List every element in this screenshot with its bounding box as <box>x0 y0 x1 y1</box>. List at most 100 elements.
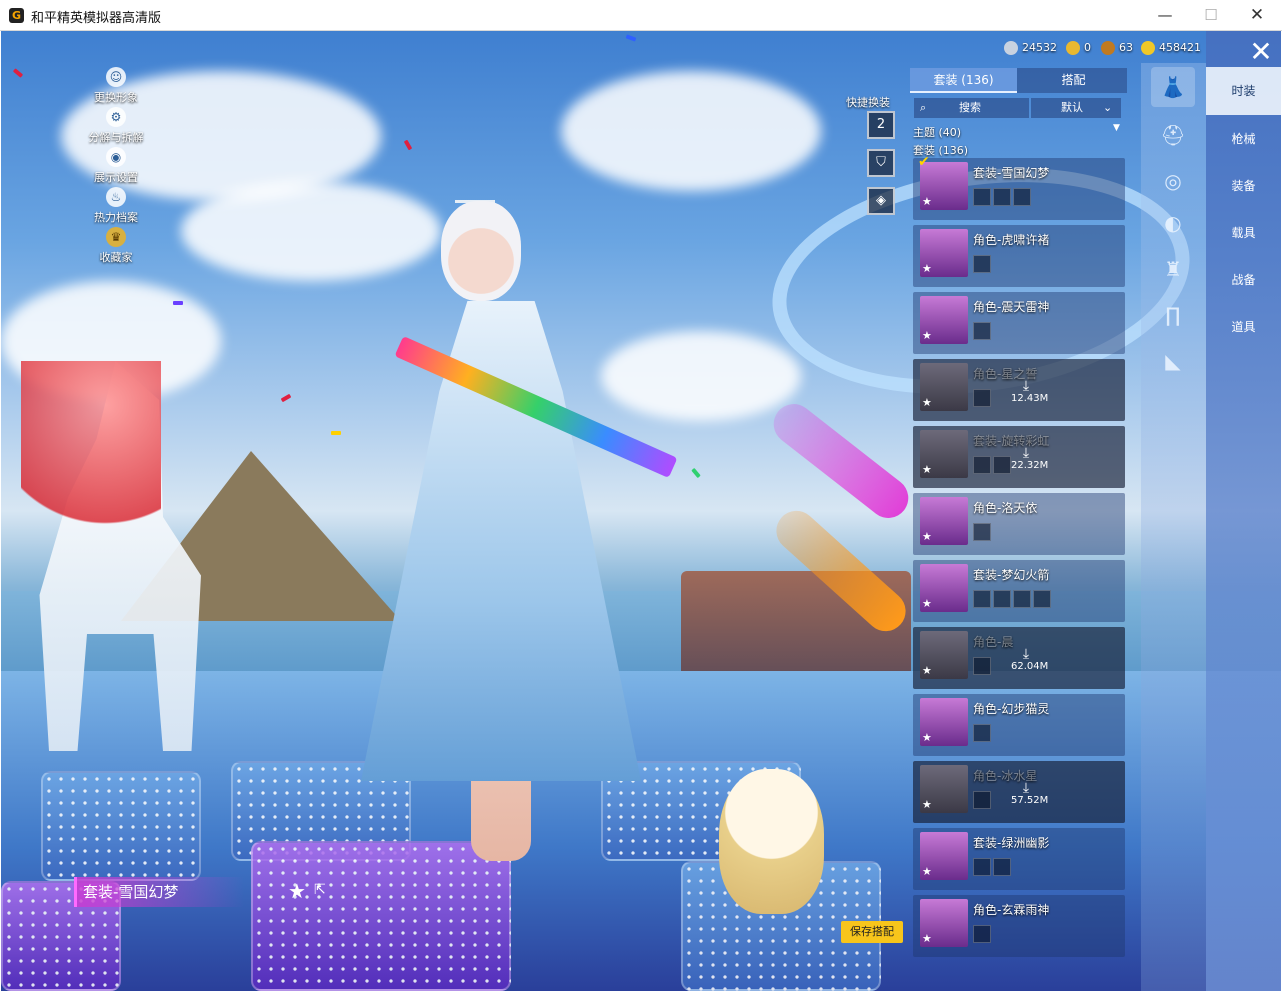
selected-check-icon: ✔ <box>918 154 930 170</box>
outfit-name: 角色-晨 <box>973 635 1014 649</box>
outfit-part-icon <box>973 858 991 876</box>
confetti <box>625 34 637 42</box>
star-icon: ★ <box>922 664 932 677</box>
outfit-list-item[interactable]: ★ 套装-绿洲幽影 <box>913 828 1125 890</box>
outfit-list-item[interactable]: ★ 角色-洛天依 <box>913 493 1125 555</box>
download-size: 22.32M <box>1011 460 1049 471</box>
left-menu-collector[interactable]: ♛ 收藏家 <box>56 227 176 267</box>
outfit-part-icon <box>993 456 1011 474</box>
outfit-name: 套装-绿洲幽影 <box>973 836 1050 850</box>
download-indicator[interactable]: ⤓ 22.32M <box>1011 446 1048 471</box>
outfit-part-icon <box>973 255 991 273</box>
sub-category-column: 👗 ⛑ ◎ ◐ ♜ ∏ ◣ <box>1141 63 1206 991</box>
flame-icon: ♨ <box>106 187 126 207</box>
currency-bronze: 63 <box>1101 41 1133 59</box>
outfit-list-item[interactable]: ★ 角色-震天雷神 <box>913 292 1125 354</box>
category-battle-prep[interactable]: 战备 <box>1206 256 1281 304</box>
left-menu-label: 收藏家 <box>99 251 133 264</box>
category-equipment[interactable]: 装备 <box>1206 162 1281 210</box>
window-title: 和平精英模拟器高清版 <box>31 11 162 26</box>
floor-tile <box>251 841 511 991</box>
crown-icon <box>455 181 495 203</box>
star-icon: ★ <box>922 932 932 945</box>
outfit-name: 套装-梦幻火箭 <box>973 568 1050 582</box>
download-size: 12.43M <box>1011 393 1049 404</box>
left-menu-label: 展示设置 <box>94 171 138 184</box>
group-theme[interactable]: 主题 (40) <box>913 124 961 140</box>
maximize-button[interactable]: ☐ <box>1188 3 1234 27</box>
mask-icon[interactable]: ◐ <box>1151 203 1195 243</box>
character-dress[interactable] <box>361 301 641 781</box>
download-indicator[interactable]: ⤓ 57.52M <box>1011 781 1048 806</box>
category-vehicles[interactable]: 载具 <box>1206 209 1281 257</box>
tab-match[interactable]: 搭配 <box>1020 68 1127 93</box>
star-icon: ★ <box>922 195 932 208</box>
star-icon: ★ <box>922 329 932 342</box>
outfit-list-item[interactable]: ★ 角色-玄霖雨神 <box>913 895 1125 957</box>
outfit-list-item[interactable]: ★ 套装-梦幻火箭 <box>913 560 1125 622</box>
sort-value: 默认 <box>1061 101 1083 114</box>
outfit-parts <box>973 389 993 409</box>
bronze-coin-icon <box>1101 41 1115 55</box>
quick-swap-shield-button[interactable]: ◈ <box>867 187 895 215</box>
close-window-button[interactable]: ✕ <box>1234 3 1280 27</box>
minimize-button[interactable]: — <box>1142 3 1188 27</box>
download-indicator[interactable]: ⤓ 12.43M <box>1011 378 1048 404</box>
gold-coin-icon <box>1141 41 1155 55</box>
outfit-list-item[interactable]: ★ 角色-晨 ⤓ 62.04M <box>913 627 1125 689</box>
quick-swap-outfit-button[interactable]: ⛉ <box>867 149 895 177</box>
confetti <box>12 68 24 78</box>
top-icon[interactable]: ♜ <box>1151 249 1195 289</box>
pants-icon[interactable]: ∏ <box>1151 295 1195 335</box>
share-icon[interactable]: ⇱ <box>314 882 326 898</box>
outfit-list-item[interactable]: ★ 角色-虎啸许褚 <box>913 225 1125 287</box>
character-head[interactable] <box>441 201 521 301</box>
currency-silver: 24532 <box>1004 41 1057 59</box>
outfit-name: 角色-幻步猫灵 <box>973 702 1050 716</box>
currency-value: 458421 <box>1159 41 1201 54</box>
left-menu-label: 更换形象 <box>94 91 138 104</box>
outfit-part-icon <box>973 389 991 407</box>
app-icon: G <box>9 8 24 23</box>
quick-swap-label: 快捷换装 <box>846 96 890 109</box>
left-menu-decompose[interactable]: ⚙ 分解与拆解 <box>56 107 176 147</box>
quick-swap-slot-button[interactable]: 2 <box>867 111 895 139</box>
caret-down-icon[interactable]: ▼ <box>1113 123 1120 133</box>
sort-dropdown[interactable]: 默认 ⌄ <box>1031 98 1121 118</box>
tab-outfits[interactable]: 套装 (136) <box>910 68 1017 93</box>
helmet-icon[interactable]: ⛑ <box>1151 115 1195 155</box>
outfit-part-icon <box>973 925 991 943</box>
badge-icon: ♛ <box>106 227 126 247</box>
download-indicator[interactable]: ⤓ 62.04M <box>1011 647 1048 672</box>
goggles-icon[interactable]: ◎ <box>1151 161 1195 201</box>
outfit-part-icon <box>973 724 991 742</box>
game-viewport[interactable]: ☺ 更换形象 ⚙ 分解与拆解 ◉ 展示设置 ♨ 热力档案 ♛ 收藏家 24532… <box>1 31 1281 991</box>
star-icon: ★ <box>922 798 932 811</box>
outfit-part-icon <box>1013 188 1031 206</box>
pet-mascot[interactable] <box>719 769 824 914</box>
outfit-icon[interactable]: 👗 <box>1151 67 1195 107</box>
close-panel-button[interactable]: ✕ <box>1244 35 1278 69</box>
outfit-list-item[interactable]: ★ 角色-星之誓 ⤓ 12.43M <box>913 359 1125 421</box>
shoes-icon[interactable]: ◣ <box>1151 341 1195 381</box>
outfit-list-item[interactable]: ★ 角色-冰水星 ⤓ 57.52M <box>913 761 1125 823</box>
star-icon: ★ <box>922 463 932 476</box>
outfit-list-item[interactable]: ★ 角色-幻步猫灵 <box>913 694 1125 756</box>
confetti <box>280 393 292 403</box>
favorite-star-icon[interactable]: ★ <box>288 879 306 903</box>
outfit-list-item[interactable]: ★ 套装-旋转彩虹 ⤓ 22.32M <box>913 426 1125 488</box>
category-items[interactable]: 道具 <box>1206 303 1281 351</box>
outfit-list-item[interactable]: ★ 套装-雪国幻梦 ✔ <box>913 154 1125 220</box>
search-input[interactable]: ⌕ 搜索 <box>914 98 1029 118</box>
category-guns[interactable]: 枪械 <box>1206 115 1281 163</box>
currency-value: 0 <box>1084 41 1091 54</box>
currency-value: 24532 <box>1022 41 1057 54</box>
left-menu-display-settings[interactable]: ◉ 展示设置 <box>56 147 176 187</box>
left-menu-heat-archive[interactable]: ♨ 热力档案 <box>56 187 176 227</box>
save-outfit-button[interactable]: 保存搭配 <box>841 921 903 943</box>
download-icon: ⤓ <box>1022 378 1030 394</box>
outfit-parts <box>973 590 1053 610</box>
left-menu-change-appearance[interactable]: ☺ 更换形象 <box>56 67 176 107</box>
outfit-part-icon <box>993 590 1011 608</box>
category-fashion[interactable]: 时装 <box>1206 67 1281 115</box>
